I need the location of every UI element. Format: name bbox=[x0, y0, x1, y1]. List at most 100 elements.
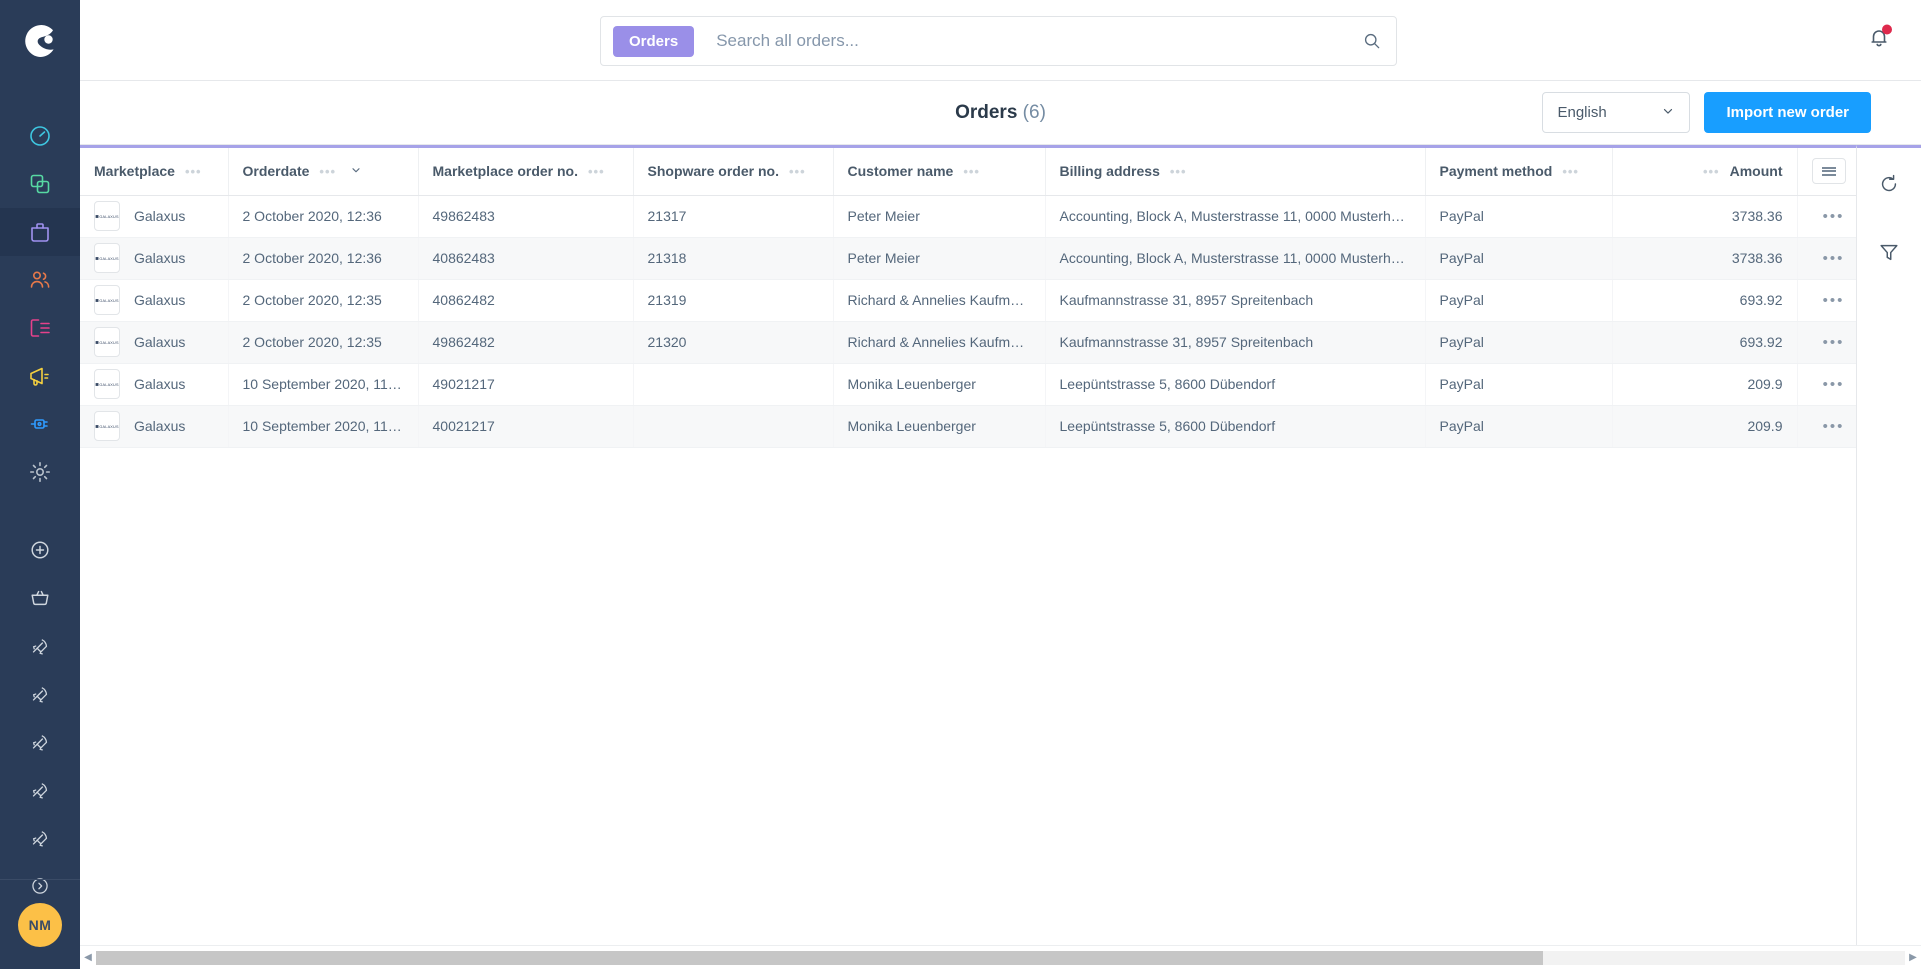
column-label: Payment method bbox=[1439, 163, 1553, 180]
cell-shopware-order-no: 21320 bbox=[633, 321, 834, 364]
column-header-marketplace[interactable]: Marketplace ••• bbox=[80, 148, 229, 196]
cell-payment-method: PayPal bbox=[1425, 405, 1613, 448]
column-menu-icon[interactable]: ••• bbox=[588, 164, 605, 179]
ellipsis-icon[interactable]: ••• bbox=[1823, 334, 1845, 351]
ellipsis-icon[interactable]: ••• bbox=[1823, 376, 1845, 393]
column-label: Orderdate bbox=[242, 163, 310, 180]
cell-marketplace-order-no: 49021217 bbox=[418, 363, 634, 406]
column-label: Customer name bbox=[847, 163, 954, 180]
column-header-amount[interactable]: ••• Amount bbox=[1612, 148, 1798, 196]
sidebar-item-app-4[interactable] bbox=[0, 766, 80, 814]
marketplace-name: Galaxus bbox=[134, 292, 186, 308]
top-bar: Orders bbox=[80, 0, 1921, 81]
cell-row-actions[interactable]: ••• bbox=[1797, 237, 1856, 280]
column-header-customer-name[interactable]: Customer name ••• bbox=[833, 148, 1046, 196]
cell-orderdate: 2 October 2020, 12:35 bbox=[228, 279, 419, 322]
sidebar-item-app-3[interactable] bbox=[0, 718, 80, 766]
cell-row-actions[interactable]: ••• bbox=[1797, 321, 1856, 364]
table-row[interactable]: GALAXUS Galaxus 10 September 2020, 11:14… bbox=[80, 405, 1856, 448]
orders-data-grid: Marketplace ••• Orderdate ••• Marketplac… bbox=[80, 145, 1856, 945]
marketplace-name: Galaxus bbox=[134, 376, 186, 392]
language-select-value: English bbox=[1557, 104, 1607, 121]
notifications-button[interactable] bbox=[1867, 24, 1892, 55]
sidebar-item-marketing[interactable] bbox=[0, 352, 80, 400]
table-row[interactable]: GALAXUS Galaxus 2 October 2020, 12:35 49… bbox=[80, 321, 1856, 364]
column-label: Billing address bbox=[1059, 163, 1160, 180]
sidebar-item-settings[interactable] bbox=[0, 448, 80, 496]
column-header-shopware-order-no[interactable]: Shopware order no. ••• bbox=[633, 148, 834, 196]
column-menu-icon[interactable]: ••• bbox=[1703, 164, 1720, 179]
ellipsis-icon[interactable]: ••• bbox=[1823, 208, 1845, 225]
smart-bar: Orders (6) English Import new order bbox=[80, 81, 1921, 145]
search-input[interactable] bbox=[694, 31, 1362, 51]
language-select[interactable]: English bbox=[1542, 92, 1691, 133]
column-menu-icon[interactable]: ••• bbox=[185, 164, 202, 179]
scrollbar-track[interactable] bbox=[96, 950, 1905, 965]
megaphone-icon bbox=[28, 364, 52, 388]
column-header-billing-address[interactable]: Billing address ••• bbox=[1045, 148, 1426, 196]
table-header-row: Marketplace ••• Orderdate ••• Marketplac… bbox=[80, 148, 1856, 196]
shopware-logo[interactable] bbox=[0, 0, 80, 82]
sidebar-item-catalogues[interactable] bbox=[0, 160, 80, 208]
orders-table: Marketplace ••• Orderdate ••• Marketplac… bbox=[80, 148, 1856, 448]
cell-billing-address: Kaufmannstrasse 31, 8957 Spreitenbach bbox=[1045, 321, 1426, 364]
scroll-left-arrow-icon[interactable]: ◀ bbox=[80, 952, 96, 963]
cell-shopware-order-no: 21319 bbox=[633, 279, 834, 322]
refresh-button[interactable] bbox=[1873, 170, 1905, 202]
cell-row-actions[interactable]: ••• bbox=[1797, 195, 1856, 238]
horizontal-scrollbar[interactable]: ◀ ▶ bbox=[80, 945, 1921, 969]
sidebar-item-dashboard[interactable] bbox=[0, 112, 80, 160]
cell-marketplace: GALAXUS Galaxus bbox=[80, 279, 229, 322]
column-menu-icon[interactable]: ••• bbox=[963, 164, 980, 179]
scrollbar-thumb[interactable] bbox=[96, 950, 1544, 965]
sidebar-item-content[interactable] bbox=[0, 304, 80, 352]
sidebar-item-orders[interactable] bbox=[0, 208, 80, 256]
hamburger-settings-icon[interactable] bbox=[1811, 158, 1846, 185]
column-header-marketplace-order-no[interactable]: Marketplace order no. ••• bbox=[418, 148, 634, 196]
column-header-settings[interactable] bbox=[1797, 148, 1856, 196]
cell-marketplace-order-no: 40862482 bbox=[418, 279, 634, 322]
filter-button[interactable] bbox=[1873, 238, 1905, 270]
column-header-orderdate[interactable]: Orderdate ••• bbox=[228, 148, 419, 196]
search-icon[interactable] bbox=[1362, 31, 1382, 51]
table-row[interactable]: GALAXUS Galaxus 2 October 2020, 12:36 40… bbox=[80, 237, 1856, 280]
cell-row-actions[interactable]: ••• bbox=[1797, 363, 1856, 406]
table-row[interactable]: GALAXUS Galaxus 10 September 2020, 11:14… bbox=[80, 363, 1856, 406]
cell-billing-address: Accounting, Block A, Musterstrasse 11, 0… bbox=[1045, 195, 1426, 238]
chevron-down-icon[interactable] bbox=[350, 164, 362, 179]
cell-marketplace-order-no: 40862483 bbox=[418, 237, 634, 280]
ellipsis-icon[interactable]: ••• bbox=[1823, 250, 1845, 267]
cell-shopware-order-no: 21317 bbox=[633, 195, 834, 238]
column-menu-icon[interactable]: ••• bbox=[1562, 164, 1579, 179]
column-menu-icon[interactable]: ••• bbox=[1170, 164, 1187, 179]
ellipsis-icon[interactable]: ••• bbox=[1823, 292, 1845, 309]
ellipsis-icon[interactable]: ••• bbox=[1823, 418, 1845, 435]
cell-customer-name: Peter Meier bbox=[833, 195, 1046, 238]
galaxus-logo-icon: GALAXUS bbox=[94, 411, 120, 441]
sidebar-item-extensions[interactable] bbox=[0, 400, 80, 448]
rocket-icon bbox=[30, 828, 51, 849]
cell-customer-name: Peter Meier bbox=[833, 237, 1046, 280]
column-menu-icon[interactable]: ••• bbox=[789, 164, 806, 179]
sidebar-item-app-5[interactable] bbox=[0, 814, 80, 862]
cell-shopware-order-no: 21318 bbox=[633, 237, 834, 280]
cell-row-actions[interactable]: ••• bbox=[1797, 279, 1856, 322]
table-row[interactable]: GALAXUS Galaxus 2 October 2020, 12:36 49… bbox=[80, 195, 1856, 238]
cell-shopware-order-no bbox=[633, 405, 834, 448]
cell-row-actions[interactable]: ••• bbox=[1797, 405, 1856, 448]
cell-customer-name: Monika Leuenberger bbox=[833, 405, 1046, 448]
sidebar-item-app-2[interactable] bbox=[0, 670, 80, 718]
customers-icon bbox=[28, 268, 52, 292]
sidebar-item-app-1[interactable] bbox=[0, 622, 80, 670]
column-header-payment-method[interactable]: Payment method ••• bbox=[1425, 148, 1613, 196]
sidebar-item-add[interactable] bbox=[0, 526, 80, 574]
scroll-right-arrow-icon[interactable]: ▶ bbox=[1905, 952, 1921, 963]
import-new-order-button[interactable]: Import new order bbox=[1704, 92, 1871, 133]
content-icon bbox=[28, 316, 52, 340]
sidebar-item-customers[interactable] bbox=[0, 256, 80, 304]
avatar[interactable]: NM bbox=[18, 902, 62, 947]
sidebar-item-shop[interactable] bbox=[0, 574, 80, 622]
column-menu-icon[interactable]: ••• bbox=[319, 164, 336, 179]
table-row[interactable]: GALAXUS Galaxus 2 October 2020, 12:35 40… bbox=[80, 279, 1856, 322]
search-scope-chip[interactable]: Orders bbox=[613, 25, 695, 57]
